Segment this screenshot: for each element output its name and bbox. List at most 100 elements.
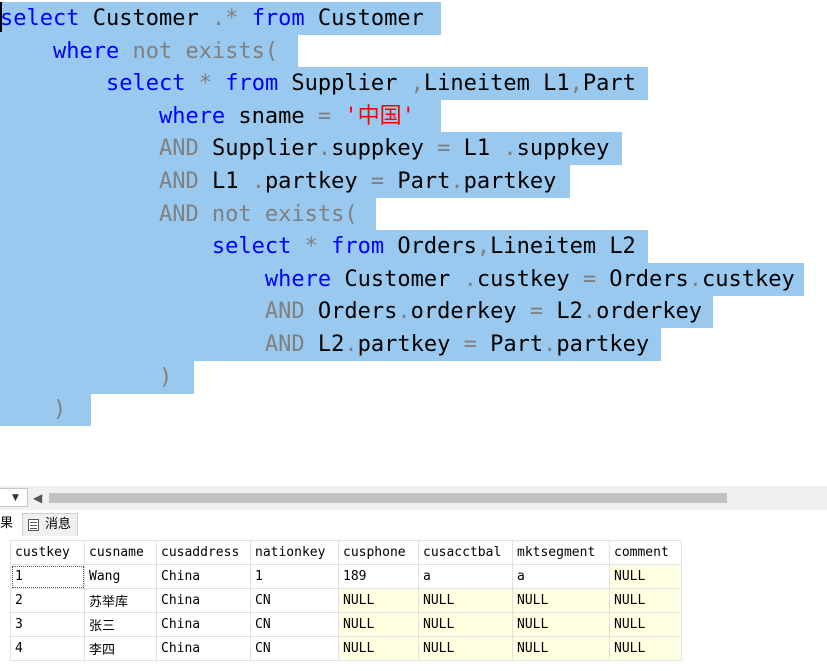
code-line: select * from Supplier ,Lineitem L1,Part	[0, 67, 636, 100]
code-token: Lineitem L2	[490, 234, 636, 260]
scrollbar-thumb[interactable]	[49, 493, 727, 503]
code-token: .	[344, 332, 358, 357]
code-line: )	[0, 393, 66, 426]
chevron-down-icon: ▼	[12, 493, 19, 503]
grid-cell[interactable]: CN	[250, 636, 339, 661]
column-header-cusaddress[interactable]: cusaddress	[156, 540, 251, 565]
column-header-custkey[interactable]: custkey	[10, 540, 85, 565]
column-header-cusacctbal[interactable]: cusacctbal	[418, 540, 513, 565]
code-token: .	[582, 299, 597, 325]
column-header-mktsegment[interactable]: mktsegment	[512, 540, 610, 565]
grid-cell[interactable]: 4	[10, 636, 85, 661]
grid-cell[interactable]: 李四	[84, 636, 157, 661]
code-token: select	[105, 71, 186, 97]
grid-cell[interactable]: 张三	[84, 612, 157, 637]
code-token: where	[264, 266, 332, 292]
code-line: AND Orders.orderkey = L2.orderkey	[0, 295, 702, 328]
code-token: custkey	[702, 266, 795, 292]
tab-messages[interactable]: 消息	[22, 513, 79, 536]
code-token: .	[317, 136, 332, 162]
table-row[interactable]: 1 Wang China 1 189 a a NULL	[10, 564, 682, 589]
grid-cell[interactable]: a	[512, 564, 610, 589]
code-token: custkey	[476, 266, 583, 292]
code-token: AND	[158, 169, 199, 194]
code-token: *	[185, 71, 226, 97]
column-header-cusphone[interactable]: cusphone	[338, 540, 419, 565]
code-token: =	[370, 169, 385, 194]
code-token: .	[543, 332, 557, 357]
code-token: Customer	[304, 6, 424, 31]
code-token: .	[450, 169, 464, 194]
code-token: '中国'	[344, 103, 415, 129]
grid-cell[interactable]: 1	[250, 564, 339, 589]
code-token: from	[331, 234, 385, 260]
tab-messages-label: 消息	[45, 517, 72, 532]
grid-cell[interactable]: 189	[338, 564, 419, 589]
grid-cell[interactable]: 2	[10, 588, 85, 613]
code-token: =	[529, 299, 544, 325]
grid-cell[interactable]: Wang	[84, 564, 157, 589]
code-token: sname	[225, 103, 318, 129]
horizontal-scrollbar[interactable]: ▼ ◀	[0, 486, 827, 510]
code-line: where Customer .custkey = Orders.custkey	[0, 263, 795, 296]
grid-cell[interactable]: CN	[250, 612, 339, 637]
code-token: Part	[582, 71, 636, 97]
column-header-nationkey[interactable]: nationkey	[250, 540, 339, 565]
table-row[interactable]: 3 张三 China CN NULL NULL NULL NULL	[10, 612, 682, 637]
grid-cell[interactable]: 苏举库	[84, 588, 157, 613]
table-row[interactable]: 4 李四 China CN NULL NULL NULL NULL	[10, 636, 682, 661]
code-token: partkey	[357, 332, 464, 357]
grid-cell[interactable]: NULL	[609, 564, 682, 589]
zoom-dropdown[interactable]: ▼	[0, 488, 28, 507]
code-token: from	[251, 6, 305, 31]
code-line: select * from Orders,Lineitem L2	[0, 230, 636, 263]
code-token: L2	[304, 332, 345, 357]
column-header-comment[interactable]: comment	[609, 540, 682, 565]
grid-cell[interactable]: NULL	[512, 612, 610, 637]
grid-cell[interactable]: NULL	[418, 612, 513, 637]
scroll-left-icon[interactable]: ◀	[33, 490, 45, 506]
grid-cell[interactable]: NULL	[512, 636, 610, 661]
column-header-cusname[interactable]: cusname	[84, 540, 157, 565]
grid-cell[interactable]: China	[156, 564, 251, 589]
grid-cell[interactable]: NULL	[512, 588, 610, 613]
grid-cell[interactable]: NULL	[338, 588, 419, 613]
grid-cell[interactable]: CN	[250, 588, 339, 613]
code-token: =	[317, 103, 332, 129]
grid-cell[interactable]: NULL	[609, 588, 682, 613]
code-token: ,	[569, 71, 583, 97]
grid-cell[interactable]: a	[418, 564, 513, 589]
code-token: Supplier	[278, 71, 411, 97]
results-grid-area: custkey cusname cusaddress nationkey cusphon…	[0, 538, 827, 671]
code-token: Lineitem L1	[423, 71, 570, 97]
results-grid: custkey cusname cusaddress nationkey cusphon…	[10, 540, 682, 661]
code-token: select	[0, 6, 80, 31]
grid-cell[interactable]: 1	[10, 564, 85, 589]
grid-cell[interactable]: NULL	[338, 636, 419, 661]
grid-cell[interactable]: NULL	[418, 636, 513, 661]
tab-results[interactable]: 果	[0, 513, 13, 535]
messages-icon	[28, 519, 39, 531]
code-token: AND	[158, 136, 199, 162]
grid-cell[interactable]: China	[156, 636, 251, 661]
grid-cell[interactable]: NULL	[609, 612, 682, 637]
table-row[interactable]: 2 苏举库 China CN NULL NULL NULL NULL	[10, 588, 682, 613]
grid-cell[interactable]: 3	[10, 612, 85, 637]
grid-cell[interactable]: NULL	[418, 588, 513, 613]
code-token: )	[52, 397, 67, 423]
grid-cell[interactable]: China	[156, 612, 251, 637]
grid-cell[interactable]: China	[156, 588, 251, 613]
code-token: where	[52, 38, 120, 64]
sql-editor[interactable]: select Customer .* from Customer where n…	[0, 0, 827, 486]
grid-cell[interactable]: NULL	[338, 612, 419, 637]
code-line: select Customer .* from Customer	[0, 2, 424, 35]
grid-cell[interactable]: NULL	[609, 636, 682, 661]
code-token: =	[437, 136, 451, 162]
code-line: )	[0, 361, 172, 394]
code-token: )	[158, 364, 173, 390]
